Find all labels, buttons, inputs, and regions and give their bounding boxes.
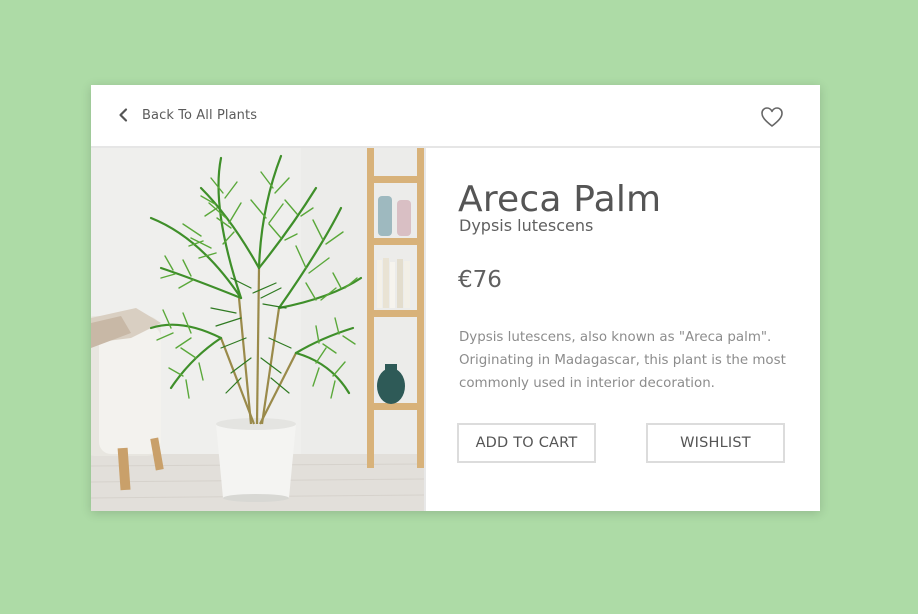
product-details: Areca Palm Dypsis lutescens €76 Dypsis l…	[424, 148, 820, 511]
wishlist-button[interactable]: WISHLIST	[646, 423, 785, 463]
add-to-cart-button[interactable]: ADD TO CART	[457, 423, 596, 463]
card-header: Back To All Plants	[91, 85, 820, 148]
areca-palm-photo	[91, 148, 424, 511]
product-name: Areca Palm	[458, 179, 662, 220]
product-image	[91, 148, 424, 511]
back-link-label: Back To All Plants	[142, 107, 258, 123]
chevron-left-icon	[119, 108, 128, 122]
product-price: €76	[458, 267, 502, 293]
back-to-all-plants-link[interactable]: Back To All Plants	[117, 107, 257, 123]
product-description: Dypsis lutescens, also known as "Areca p…	[459, 330, 786, 391]
heart-icon[interactable]	[760, 106, 784, 128]
product-card: Back To All Plants Areca Palm Dypsis lut…	[91, 85, 820, 511]
product-latin-name: Dypsis lutescens	[459, 216, 594, 235]
